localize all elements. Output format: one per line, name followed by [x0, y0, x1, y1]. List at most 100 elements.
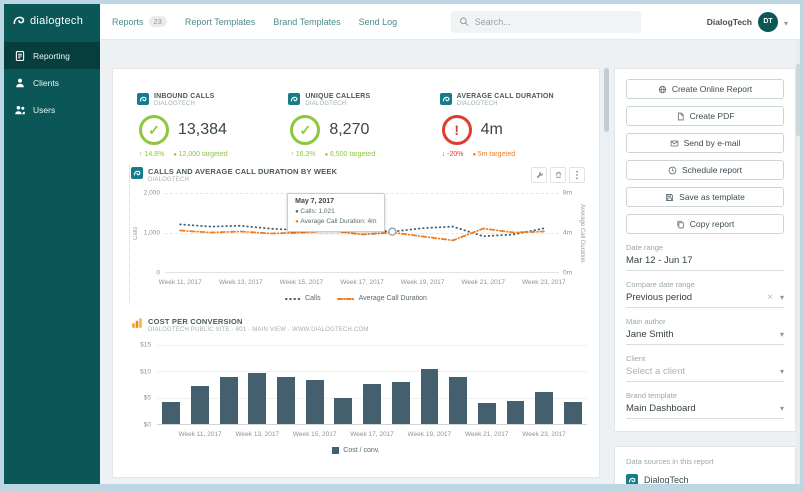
page-scrollbar[interactable] — [796, 40, 800, 484]
user-name: DialogTech — [707, 17, 752, 27]
x-axis-label: Week 21, 2017 — [461, 279, 505, 286]
brand-logo-icon — [12, 14, 26, 28]
widget-delete-button[interactable] — [550, 167, 566, 183]
bar — [472, 345, 501, 424]
chevron-down-icon — [784, 13, 788, 31]
bar-chart-plot[interactable] — [157, 345, 587, 425]
bar-chart: $0$5$10$15 — [131, 345, 587, 425]
sidebar-item-reporting[interactable]: Reporting — [4, 42, 100, 69]
chevron-down-icon — [780, 366, 784, 377]
nav-report-templates[interactable]: Report Templates — [185, 17, 255, 27]
schedule-report-button[interactable]: Schedule report — [626, 160, 784, 180]
field-label: Date range — [626, 243, 784, 252]
main-author-select[interactable]: Jane Smith — [626, 329, 784, 345]
sidebar-item-users[interactable]: Users — [4, 96, 100, 123]
legend-item-duration[interactable]: Average Call Duration — [337, 295, 427, 302]
kpi-delta: -20% — [442, 151, 464, 158]
bar-chart-title: COST PER CONVERSION — [148, 317, 369, 326]
kpi-delta: 14.8% — [139, 151, 164, 158]
data-sources-title: Data sources in this report — [626, 457, 784, 466]
envelope-icon — [670, 139, 679, 148]
field-label: Main author — [626, 317, 784, 326]
brand-template-select[interactable]: Main Dashboard — [626, 403, 784, 419]
avatar: DT — [758, 12, 778, 32]
date-range-value[interactable]: Mar 12 - Jun 17 — [626, 255, 784, 271]
brand-template-field[interactable]: Brand template Main Dashboard — [626, 391, 784, 419]
sidebar: dialogtech Reporting Clients Users — [4, 4, 100, 484]
report-actions-card: Create Online Report Create PDF Send by … — [614, 68, 796, 432]
kpi-inbound-calls[interactable]: INBOUND CALLS DIALOGTECH 13,384 14.8% 12… — [137, 93, 288, 158]
x-axis-label: Week 17, 2017 — [340, 279, 384, 286]
bar — [186, 345, 215, 424]
kpi-unique-callers[interactable]: UNIQUE CALLERS DIALOGTECH 8,270 16.3% 6,… — [288, 93, 439, 158]
main-author-field[interactable]: Main author Jane Smith — [626, 317, 784, 345]
bar — [329, 345, 358, 424]
tooltip-row: Calls: 1,021 — [295, 207, 376, 217]
client-select[interactable]: Select a client — [626, 366, 784, 382]
search-box[interactable] — [451, 11, 641, 33]
save-as-template-button[interactable]: Save as template — [626, 187, 784, 207]
bar-chart-subtitle: DIALOGTECH PUBLIC SITE - 801 - MAIN VIEW… — [148, 327, 369, 333]
bar — [214, 345, 243, 424]
create-pdf-button[interactable]: Create PDF — [626, 106, 784, 126]
kpi-average-call-duration[interactable]: AVERAGE CALL DURATION DIALOGTECH 4m -20%… — [440, 93, 591, 158]
user-menu[interactable]: DialogTech DT — [707, 12, 788, 32]
report-scrollbar[interactable] — [604, 68, 609, 478]
search-input[interactable] — [475, 17, 633, 27]
bar — [558, 345, 587, 424]
client-field[interactable]: Client Select a client — [626, 354, 784, 382]
axis-tick: 0m — [563, 270, 572, 277]
kpi-target: 5m targeted — [472, 151, 515, 158]
scrollbar-thumb[interactable] — [796, 64, 800, 136]
sidebar-item-clients[interactable]: Clients — [4, 69, 100, 96]
nav-send-log[interactable]: Send Log — [359, 17, 398, 27]
dialogtech-icon — [288, 93, 300, 105]
bar-x-labels: Week 11, 2017Week 13, 2017Week 15, 2017W… — [157, 429, 587, 439]
axis-tick: 0 — [156, 270, 160, 277]
copy-icon — [676, 220, 685, 229]
legend-item-calls[interactable]: Calls — [285, 295, 321, 302]
compare-date-range-select[interactable]: Previous period — [626, 292, 784, 308]
kpi-source: DIALOGTECH — [305, 101, 370, 107]
tooltip-row: Average Call Duration: 4m — [295, 217, 376, 227]
source-dialogtech[interactable]: DialogTech — [626, 474, 784, 484]
brand-logo[interactable]: dialogtech — [4, 4, 100, 42]
date-range-field[interactable]: Date range Mar 12 - Jun 17 — [626, 243, 784, 271]
axis-tick: $5 — [144, 395, 151, 402]
sidebar-menu: Reporting Clients Users — [4, 42, 100, 123]
bar-chart-bars — [157, 345, 587, 424]
dialogtech-icon — [137, 93, 149, 105]
line-chart-plot[interactable]: May 7, 2017 Calls: 1,021 Average Call Du… — [165, 193, 559, 273]
kpi-title: INBOUND CALLS — [154, 93, 215, 100]
bar — [501, 345, 530, 424]
chart-tooltip: May 7, 2017 Calls: 1,021 Average Call Du… — [287, 193, 384, 232]
x-axis-label: Week 15, 2017 — [293, 431, 337, 438]
nav-reports[interactable]: Reports 23 — [112, 16, 167, 27]
person-icon — [14, 77, 26, 89]
scrollbar-thumb[interactable] — [604, 68, 609, 132]
compare-date-range-field[interactable]: Compare date range Previous period — [626, 280, 784, 308]
send-by-email-button[interactable]: Send by e-mail — [626, 133, 784, 153]
legend-item-cost[interactable]: Cost / conv. — [332, 447, 379, 454]
chevron-down-icon — [780, 292, 784, 303]
kpi-title: AVERAGE CALL DURATION — [457, 93, 554, 100]
clear-icon[interactable] — [767, 292, 780, 303]
tooltip-date: May 7, 2017 — [295, 198, 376, 205]
copy-report-button[interactable]: Copy report — [626, 214, 784, 234]
kpi-value: 4m — [481, 121, 503, 139]
kpi-value: 8,270 — [329, 121, 369, 139]
sidebar-item-label: Reporting — [33, 51, 70, 61]
create-online-report-button[interactable]: Create Online Report — [626, 79, 784, 99]
line-right-axis-label: Average Call Duration — [577, 193, 587, 273]
bar-chart-header: COST PER CONVERSION DIALOGTECH PUBLIC SI… — [131, 317, 585, 333]
widget-more-button[interactable] — [569, 167, 585, 183]
line-chart-title: CALLS AND AVERAGE CALL DURATION BY WEEK — [148, 167, 337, 176]
field-label: Brand template — [626, 391, 784, 400]
brand-logo-text: dialogtech — [30, 15, 83, 27]
search-icon — [459, 16, 469, 27]
line-left-ticks: 01,0002,000 — [141, 193, 165, 273]
nav-brand-templates[interactable]: Brand Templates — [273, 17, 340, 27]
widget-settings-button[interactable] — [531, 167, 547, 183]
save-icon — [665, 193, 674, 202]
globe-icon — [658, 85, 667, 94]
